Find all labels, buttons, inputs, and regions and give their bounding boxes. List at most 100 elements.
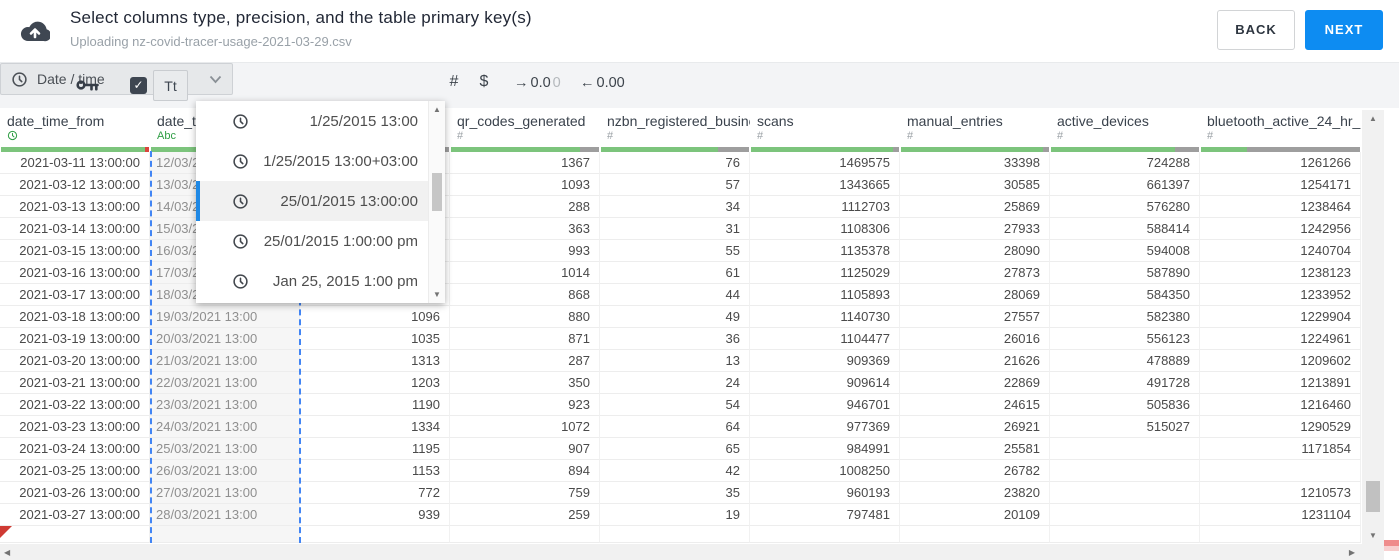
table-cell[interactable]: 33398 (900, 152, 1050, 174)
table-cell[interactable]: 1153 (300, 460, 450, 482)
back-button[interactable]: BACK (1217, 10, 1295, 50)
table-cell[interactable]: 44 (600, 284, 750, 306)
table-cell[interactable]: 35 (600, 482, 750, 504)
scroll-up-icon[interactable]: ▲ (429, 105, 445, 114)
table-cell[interactable]: 2021-03-13 13:00:00 (0, 196, 150, 218)
table-cell[interactable] (1050, 482, 1200, 504)
table-cell[interactable]: 1240704 (1200, 240, 1361, 262)
column-header[interactable]: nzbn_registered_busine # (600, 108, 750, 152)
table-cell[interactable]: 26016 (900, 328, 1050, 350)
increase-precision-button[interactable]: → 0.0 0 (514, 75, 561, 91)
scroll-down-icon[interactable]: ▼ (1362, 531, 1384, 540)
table-cell[interactable] (1050, 526, 1200, 543)
dropdown-item[interactable]: 1/25/2015 13:00+03:00 (196, 141, 428, 181)
table-cell[interactable]: 880 (450, 306, 600, 328)
table-cell[interactable]: 27933 (900, 218, 1050, 240)
table-cell[interactable]: 984991 (750, 438, 900, 460)
table-cell[interactable]: 1014 (450, 262, 600, 284)
table-cell[interactable]: 1125029 (750, 262, 900, 284)
table-cell[interactable]: 2021-03-12 13:00:00 (0, 174, 150, 196)
table-cell[interactable]: 31 (600, 218, 750, 240)
table-cell[interactable] (1050, 460, 1200, 482)
table-cell[interactable]: 27873 (900, 262, 1050, 284)
table-cell[interactable]: 28090 (900, 240, 1050, 262)
table-cell[interactable]: 515027 (1050, 416, 1200, 438)
table-cell[interactable]: 1216460 (1200, 394, 1361, 416)
table-cell[interactable]: 1209602 (1200, 350, 1361, 372)
table-cell[interactable]: 26782 (900, 460, 1050, 482)
table-cell[interactable]: 24 (600, 372, 750, 394)
scroll-left-icon[interactable]: ◀ (4, 548, 10, 557)
table-cell[interactable]: 2021-03-26 13:00:00 (0, 482, 150, 504)
table-cell[interactable]: 1213891 (1200, 372, 1361, 394)
table-cell[interactable] (600, 526, 750, 543)
table-cell[interactable]: 1261266 (1200, 152, 1361, 174)
table-cell[interactable]: 894 (450, 460, 600, 482)
decrease-precision-button[interactable]: ← 0.00 (580, 75, 627, 91)
table-cell[interactable]: 23820 (900, 482, 1050, 504)
table-cell[interactable]: 27557 (900, 306, 1050, 328)
table-cell[interactable]: 20109 (900, 504, 1050, 526)
table-cell[interactable] (450, 526, 600, 543)
table-cell[interactable]: 1238464 (1200, 196, 1361, 218)
dropdown-item[interactable]: Jan 25, 2015 1:00 pm (196, 261, 428, 301)
table-cell[interactable]: 2021-03-14 13:00:00 (0, 218, 150, 240)
table-cell[interactable]: 1093 (450, 174, 600, 196)
table-cell[interactable]: 582380 (1050, 306, 1200, 328)
table-cell[interactable]: 661397 (1050, 174, 1200, 196)
table-cell[interactable]: 2021-03-27 13:00:00 (0, 504, 150, 526)
table-cell[interactable]: 350 (450, 372, 600, 394)
table-cell[interactable]: 1210573 (1200, 482, 1361, 504)
table-cell[interactable]: 49 (600, 306, 750, 328)
table-cell[interactable]: 1072 (450, 416, 600, 438)
table-cell[interactable]: 946701 (750, 394, 900, 416)
table-cell[interactable]: 2021-03-18 13:00:00 (0, 306, 150, 328)
table-cell[interactable]: 1254171 (1200, 174, 1361, 196)
table-cell[interactable]: 1203 (300, 372, 450, 394)
table-cell[interactable]: 960193 (750, 482, 900, 504)
table-cell[interactable]: 288 (450, 196, 600, 218)
table-cell[interactable]: 2021-03-11 13:00:00 (0, 152, 150, 174)
column-header[interactable]: date_time_from (0, 108, 150, 152)
table-cell[interactable]: 588414 (1050, 218, 1200, 240)
currency-type-button[interactable]: $ (472, 73, 496, 91)
table-cell[interactable]: 909369 (750, 350, 900, 372)
table-cell[interactable]: 2021-03-25 13:00:00 (0, 460, 150, 482)
table-cell[interactable] (150, 526, 300, 543)
table-cell[interactable]: 19/03/2021 13:00 (150, 306, 300, 328)
table-cell[interactable]: 584350 (1050, 284, 1200, 306)
table-cell[interactable]: 24/03/2021 13:00 (150, 416, 300, 438)
table-cell[interactable]: 64 (600, 416, 750, 438)
table-cell[interactable]: 1224961 (1200, 328, 1361, 350)
table-cell[interactable]: 20/03/2021 13:00 (150, 328, 300, 350)
table-cell[interactable]: 2021-03-22 13:00:00 (0, 394, 150, 416)
type-format-select[interactable]: Date / time (0, 63, 233, 95)
table-cell[interactable]: 587890 (1050, 262, 1200, 284)
table-cell[interactable]: 65 (600, 438, 750, 460)
column-header[interactable]: scans # (750, 108, 900, 152)
table-cell[interactable]: 1104477 (750, 328, 900, 350)
table-cell[interactable]: 1105893 (750, 284, 900, 306)
table-cell[interactable]: 1140730 (750, 306, 900, 328)
table-cell[interactable]: 2021-03-21 13:00:00 (0, 372, 150, 394)
table-cell[interactable]: 939 (300, 504, 450, 526)
table-cell[interactable]: 54 (600, 394, 750, 416)
scroll-right-icon[interactable]: ▶ (1349, 548, 1355, 557)
table-cell[interactable]: 1233952 (1200, 284, 1361, 306)
table-cell[interactable]: 25869 (900, 196, 1050, 218)
table-cell[interactable] (300, 526, 450, 543)
table-cell[interactable]: 55 (600, 240, 750, 262)
dropdown-scroll-thumb[interactable] (432, 173, 442, 211)
table-cell[interactable]: 2021-03-16 13:00:00 (0, 262, 150, 284)
column-header[interactable]: qr_codes_generated # (450, 108, 600, 152)
table-cell[interactable]: 25581 (900, 438, 1050, 460)
table-cell[interactable]: 1242956 (1200, 218, 1361, 240)
table-cell[interactable] (1200, 526, 1361, 543)
dropdown-scrollbar[interactable]: ▲ ▼ (428, 101, 445, 303)
scroll-up-icon[interactable]: ▲ (1362, 114, 1384, 123)
table-cell[interactable]: 724288 (1050, 152, 1200, 174)
table-cell[interactable]: 772 (300, 482, 450, 504)
table-cell[interactable]: 22869 (900, 372, 1050, 394)
table-cell[interactable]: 25/03/2021 13:00 (150, 438, 300, 460)
table-cell[interactable]: 505836 (1050, 394, 1200, 416)
